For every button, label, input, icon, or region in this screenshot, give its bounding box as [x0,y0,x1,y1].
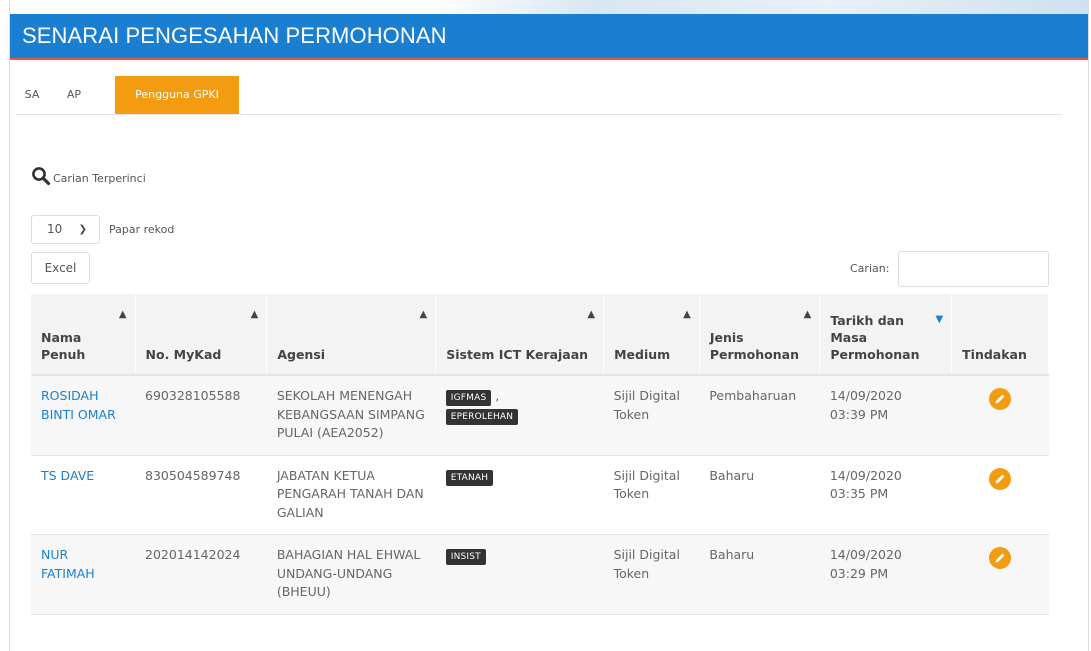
sort-icon: ▲︎ [118,309,127,320]
system-separator: , [495,388,500,403]
edit-button[interactable] [989,388,1012,410]
system-badge: INSIST [445,549,486,565]
cell-time: 03:29 PM [829,565,889,581]
column-header[interactable]: ▲︎ No. MyKad [135,294,268,376]
page-title: SENARAI PENGESAHAN PERMOHONAN [22,23,447,48]
cell-datetime: 14/09/2020 03:39 PM [819,375,952,456]
edit-button[interactable] [989,547,1012,569]
cell-systems: INSIST [435,534,604,615]
column-header[interactable]: ▲︎ Medium [603,294,700,376]
column-header: Tindakan [951,294,1049,376]
sort-desc-icon: ▼ [935,314,944,325]
sort-icon: ▲︎ [803,309,812,320]
cell-action [951,455,1049,535]
table-row: TS DAVE 830504589748 JABATAN KETUA PENGA… [31,455,1049,535]
cell-name: TS DAVE [31,455,136,535]
table-row: NUR FATIMAH 202014142024 BAHAGIAN HAL EH… [31,534,1049,615]
cell-agency: JABATAN KETUA PENGARAH TANAH DAN GALIAN [266,455,436,535]
cell-name: NUR FATIMAH [31,534,136,615]
cell-name: ROSIDAH BINTI OMAR [31,375,136,456]
cell-medium: Sijil Digital Token [603,375,700,456]
cell-type: Baharu [699,534,820,615]
applications-table: ▲︎ Nama Penuh ▲︎ No. MyKad ▲︎ Agensi ▲︎ Sist… [31,294,1049,615]
table-row: ROSIDAH BINTI OMAR 690328105588 SEKOLAH … [31,375,1049,456]
tab-bar: SA AP Pengguna GPKI [16,76,1062,115]
pencil-icon [995,553,1005,563]
system-badge: IGFMAS [445,390,492,406]
cell-type: Baharu [699,455,820,535]
cell-systems: ETANAH [435,455,604,535]
column-header[interactable]: ▲︎ Agensi [266,294,437,376]
page-header: SENARAI PENGESAHAN PERMOHONAN [10,0,1088,60]
cell-mykad: 202014142024 [135,534,267,615]
cell-datetime: 14/09/2020 03:35 PM [819,455,952,535]
cell-datetime: 14/09/2020 03:29 PM [819,534,952,615]
cell-action [951,534,1049,615]
table-header-row: ▲︎ Nama Penuh ▲︎ No. MyKad ▲︎ Agensi ▲︎ Sist… [31,294,1049,376]
search-icon [32,167,51,186]
system-badge: ETANAH [445,469,494,486]
tab-ap[interactable]: AP [58,76,90,114]
chevron-down-icon: ❯ [78,224,87,235]
excel-button[interactable]: Excel [31,252,90,284]
cell-medium: Sijil Digital Token [603,455,700,535]
cell-type: Pembaharuan [699,375,820,456]
cell-systems: IGFMAS , EPEROLEHAN [435,375,604,456]
advanced-search-label: Carian Terperinci [53,171,146,185]
pencil-icon [995,474,1005,483]
sort-icon: ▲︎ [683,309,691,320]
cell-medium: Sijil Digital Token [603,534,700,615]
sort-icon: ▲︎ [587,309,596,320]
pencil-icon [995,394,1005,404]
header-decoration [430,0,1088,14]
page-length-label: Papar rekod [109,223,175,236]
page-length-select[interactable]: 10 ❯ [31,215,100,244]
tab-pengguna-gpki[interactable]: Pengguna GPKI [115,76,239,114]
column-header[interactable]: ▲︎ Jenis Permohonan [699,294,821,376]
column-header[interactable]: ▲︎ Nama Penuh [31,294,136,376]
cell-date: 14/09/2020 [829,467,902,483]
sort-icon: ▲︎ [419,309,428,320]
sort-icon: ▲︎ [250,309,259,320]
page-length-value: 10 [47,222,63,236]
search-label: Carian: [850,262,890,275]
system-badge: EPEROLEHAN [445,409,519,425]
edit-button[interactable] [989,467,1012,490]
cell-date: 14/09/2020 [829,388,902,403]
cell-agency: SEKOLAH MENENGAH KEBANGSAAN SIMPANG PULA… [266,375,436,456]
cell-time: 03:35 PM [829,486,889,501]
cell-agency: BAHAGIAN HAL EHWAL UNDANG-UNDANG (BHEUU) [266,534,436,615]
column-header[interactable]: ▲︎ Sistem ICT Kerajaan [435,294,605,376]
search-input[interactable] [898,251,1049,287]
tab-sa[interactable]: SA [16,76,48,114]
advanced-search-toggle[interactable]: Carian Terperinci [31,166,146,186]
cell-action [951,375,1049,456]
cell-mykad: 830504589748 [135,455,267,535]
column-header[interactable]: ▼ Tarikh dan Masa Permohonan [819,294,953,376]
cell-date: 14/09/2020 [829,547,902,562]
cell-time: 03:39 PM [829,406,889,422]
cell-mykad: 690328105588 [135,375,267,456]
